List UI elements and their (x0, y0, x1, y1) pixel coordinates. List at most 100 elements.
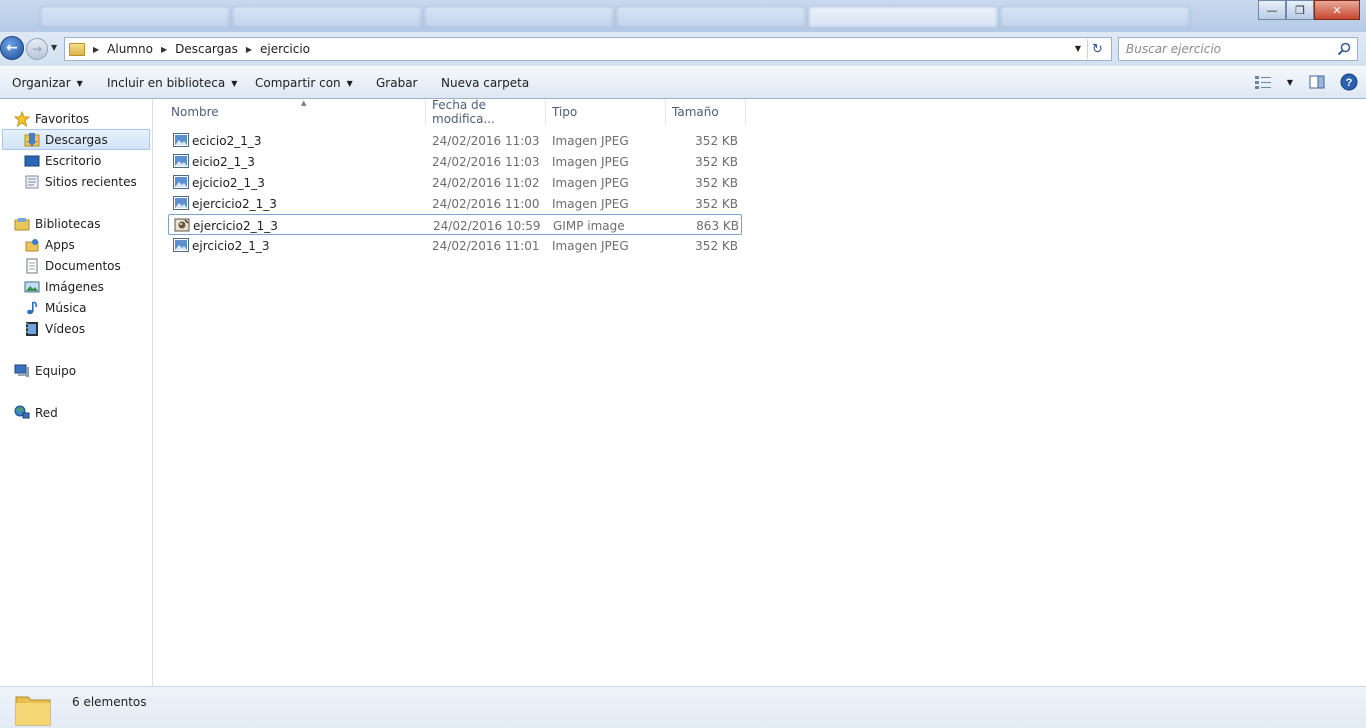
file-type: Imagen JPEG (552, 239, 629, 253)
include-library-button[interactable]: Incluir en biblioteca ▼ (107, 76, 237, 90)
title-bar: — ❐ ✕ (0, 0, 1366, 32)
refresh-icon[interactable]: ↻ (1087, 39, 1107, 59)
table-row[interactable]: eicio2_1_3 24/02/2016 11:03 Imagen JPEG … (168, 151, 742, 172)
file-type: Imagen JPEG (552, 134, 629, 148)
file-type: Imagen JPEG (552, 155, 629, 169)
minimize-button[interactable]: — (1258, 0, 1286, 20)
folder-icon (69, 42, 85, 56)
sidebar-item-desktop[interactable]: Escritorio (0, 150, 152, 171)
file-type: Imagen JPEG (552, 176, 629, 190)
back-button[interactable]: ← (0, 36, 24, 60)
sidebar-item-label: Música (45, 300, 87, 315)
breadcrumb-alumno[interactable]: Alumno (107, 42, 153, 56)
apps-library-icon (24, 237, 40, 253)
column-header-name[interactable]: Nombre ▲ (165, 99, 426, 125)
sidebar-item-network[interactable]: Red (0, 402, 152, 423)
sidebar-item-images[interactable]: Imágenes (0, 276, 152, 297)
documents-icon (24, 258, 40, 274)
jpeg-image-icon (173, 154, 189, 168)
sidebar-item-label: Equipo (35, 363, 77, 378)
computer-icon (14, 363, 30, 379)
address-dropdown-icon[interactable]: ▼ (1075, 44, 1081, 53)
command-bar: Organizar ▼ Incluir en biblioteca ▼ Compar… (0, 66, 1366, 99)
sort-ascending-icon: ▲ (301, 99, 307, 107)
breadcrumb-separator-icon[interactable]: ▶ (161, 45, 167, 54)
sidebar-item-downloads[interactable]: Descargas (2, 129, 150, 150)
file-size: 352 KB (695, 197, 738, 211)
tab[interactable] (616, 6, 806, 28)
close-button[interactable]: ✕ (1314, 0, 1360, 20)
forward-button[interactable]: → (26, 38, 48, 60)
file-name: eicio2_1_3 (192, 155, 255, 169)
sidebar-item-documents[interactable]: Documentos (0, 255, 152, 276)
sidebar-item-recent[interactable]: Sitios recientes (0, 171, 152, 192)
file-name: ejercicio2_1_3 (192, 197, 277, 211)
sidebar-item-label: Red (35, 405, 58, 420)
change-view-icon[interactable] (1254, 73, 1272, 91)
table-row[interactable]: ejrcicio2_1_3 24/02/2016 11:01 Imagen JP… (168, 235, 742, 256)
help-icon[interactable]: ? (1340, 73, 1358, 91)
recent-places-icon (24, 174, 40, 190)
search-placeholder: Buscar ejercicio (1126, 42, 1222, 56)
file-date: 24/02/2016 11:01 (432, 239, 540, 253)
breadcrumb-ejercicio[interactable]: ejercicio (260, 42, 310, 56)
jpeg-image-icon (173, 133, 189, 147)
organize-button[interactable]: Organizar ▼ (12, 76, 83, 90)
tab[interactable] (424, 6, 614, 28)
breadcrumb-descargas[interactable]: Descargas (175, 42, 238, 56)
jpeg-image-icon (173, 238, 189, 252)
sidebar-item-favorites[interactable]: Favoritos (0, 108, 152, 129)
file-type: GIMP image (553, 219, 625, 233)
restore-button[interactable]: ❐ (1286, 0, 1314, 20)
breadcrumb-separator-icon[interactable]: ▶ (246, 45, 252, 54)
sidebar-item-computer[interactable]: Equipo (0, 360, 152, 381)
file-date: 24/02/2016 11:03 (432, 134, 540, 148)
sidebar-item-apps[interactable]: Apps (0, 234, 152, 255)
sidebar-item-label: Documentos (45, 258, 121, 273)
file-size: 863 KB (696, 219, 739, 233)
sidebar-item-music[interactable]: Música (0, 297, 152, 318)
file-size: 352 KB (695, 239, 738, 253)
new-folder-button[interactable]: Nueva carpeta (441, 76, 529, 90)
file-name: ejercicio2_1_3 (193, 219, 278, 233)
videos-icon (24, 321, 40, 337)
view-options-dropdown-icon[interactable]: ▼ (1286, 73, 1294, 91)
file-size: 352 KB (695, 134, 738, 148)
tab[interactable] (1000, 6, 1190, 28)
sidebar-item-libraries[interactable]: Bibliotecas (0, 213, 152, 234)
table-row[interactable]: ejcicio2_1_3 24/02/2016 11:02 Imagen JPE… (168, 172, 742, 193)
tab-active[interactable] (808, 6, 998, 28)
table-row-focused[interactable]: ejercicio2_1_3 24/02/2016 10:59 GIMP ima… (168, 214, 742, 235)
search-input[interactable]: Buscar ejercicio (1118, 37, 1358, 61)
share-button[interactable]: Compartir con ▼ (255, 76, 353, 90)
column-header-size[interactable]: Tamaño (666, 99, 746, 125)
address-bar[interactable]: ▶ Alumno ▶ Descargas ▶ ejercicio ▼ ↻ (64, 37, 1112, 61)
file-date: 24/02/2016 11:00 (432, 197, 540, 211)
file-name: ejcicio2_1_3 (192, 176, 265, 190)
star-icon (14, 110, 30, 127)
file-name: ecicio2_1_3 (192, 134, 262, 148)
libraries-icon (14, 216, 30, 232)
file-list: Nombre ▲ Fecha de modifica... Tipo Tamañ… (153, 98, 1366, 686)
status-bar: 6 elementos (0, 686, 1366, 728)
search-icon[interactable] (1336, 41, 1352, 57)
column-header-date[interactable]: Fecha de modifica... (426, 98, 546, 126)
breadcrumb-separator-icon[interactable]: ▶ (93, 45, 99, 54)
item-count: 6 elementos (72, 695, 147, 709)
music-icon (24, 300, 40, 316)
table-row[interactable]: ecicio2_1_3 24/02/2016 11:03 Imagen JPEG… (168, 130, 742, 151)
file-type: Imagen JPEG (552, 197, 629, 211)
preview-pane-icon[interactable] (1308, 73, 1326, 91)
file-size: 352 KB (695, 176, 738, 190)
sidebar-item-label: Apps (45, 237, 75, 252)
column-header-type[interactable]: Tipo (546, 99, 666, 125)
network-icon (14, 405, 30, 421)
burn-button[interactable]: Grabar (376, 76, 418, 90)
table-row[interactable]: ejercicio2_1_3 24/02/2016 11:00 Imagen J… (168, 193, 742, 214)
tab[interactable] (40, 6, 230, 28)
navigation-pane: Favoritos Descargas Escritorio Sitios re… (0, 99, 153, 686)
recent-pages-dropdown[interactable]: ▼ (51, 43, 57, 52)
sidebar-item-videos[interactable]: Vídeos (0, 318, 152, 339)
tab[interactable] (232, 6, 422, 28)
images-icon (24, 279, 40, 295)
